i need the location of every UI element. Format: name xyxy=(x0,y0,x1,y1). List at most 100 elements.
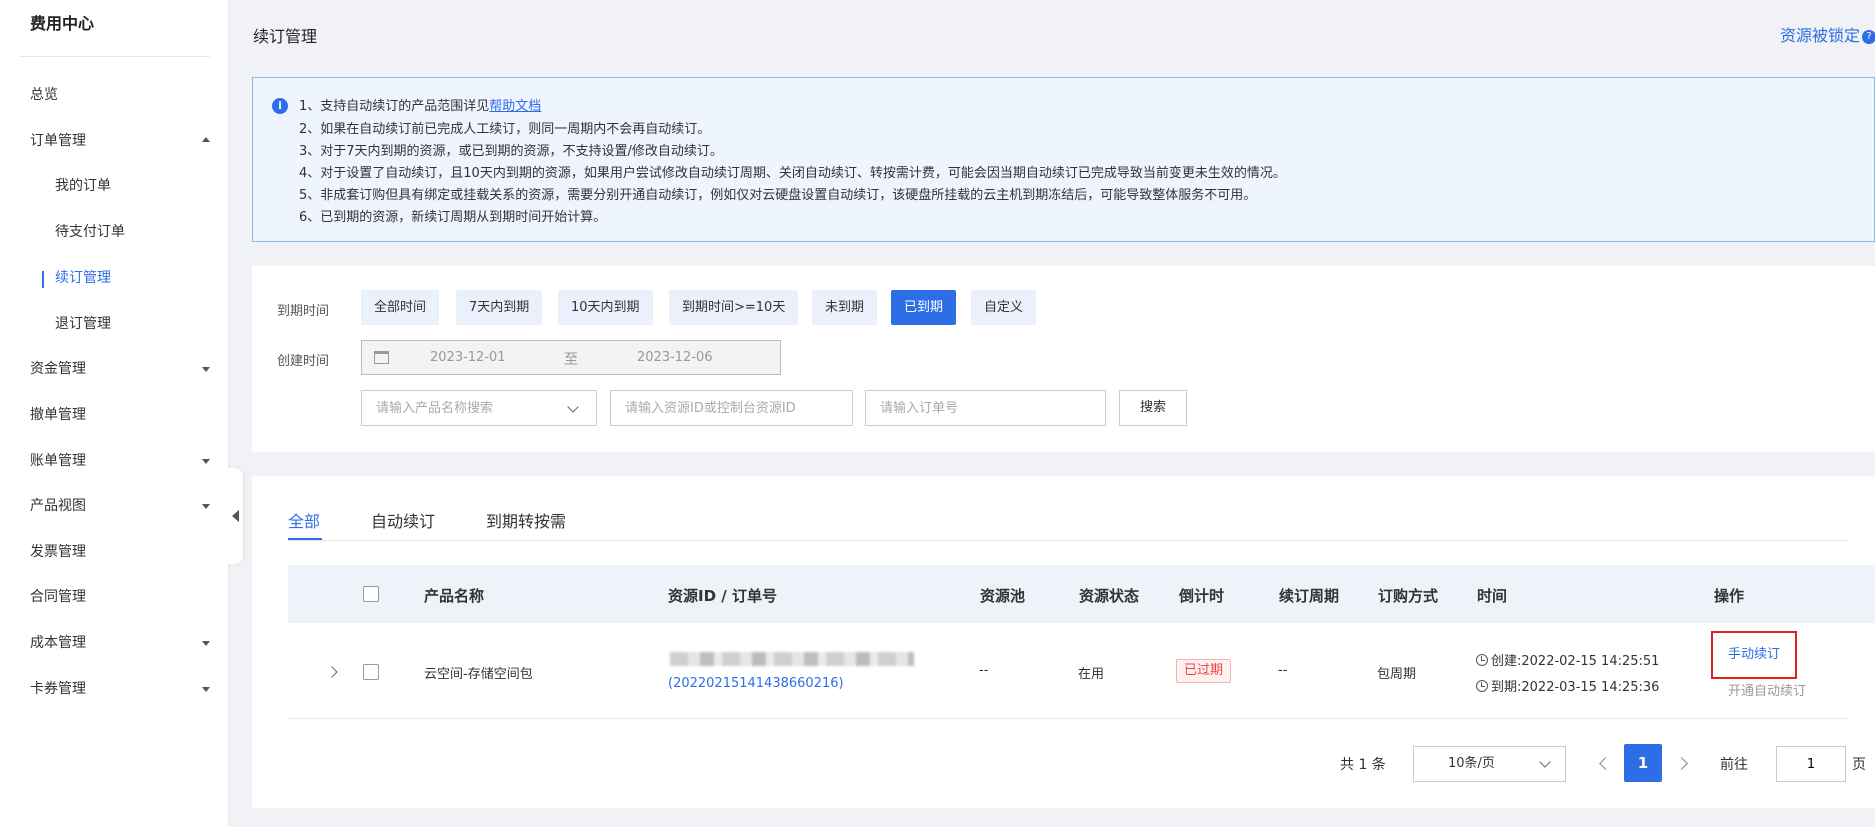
info-icon: i xyxy=(272,98,288,114)
header-renewal-cycle: 续订周期 xyxy=(1279,587,1340,605)
sidebar-collapse-handle[interactable] xyxy=(228,468,243,564)
prev-page-icon[interactable] xyxy=(1599,757,1612,770)
chip-not-expired[interactable]: 未到期 xyxy=(812,290,878,325)
table-header: 产品名称 资源ID / 订单号 资源池 资源状态 倒计时 续订周期 订购方式 时… xyxy=(288,565,1875,623)
chip-custom[interactable]: 自定义 xyxy=(971,290,1037,325)
page-number-current[interactable]: 1 xyxy=(1624,744,1662,782)
sidebar-item-cancellation[interactable]: 撤单管理 xyxy=(30,403,210,427)
filter-panel: 到期时间 全部时间 7天内到期 10天内到期 到期时间>=10天 未到期 已到期… xyxy=(252,266,1875,452)
created-time-text: 创建:2022-02-15 14:25:51 xyxy=(1491,654,1660,669)
expire-time-text: 到期:2022-03-15 14:25:36 xyxy=(1491,680,1660,695)
sidebar-item-contracts[interactable]: 合同管理 xyxy=(30,585,210,609)
sidebar-item-label: 账单管理 xyxy=(30,453,86,469)
header-time: 时间 xyxy=(1477,587,1508,605)
row-divider xyxy=(288,718,1848,719)
help-icon: ? xyxy=(1862,29,1875,44)
chevron-down-icon xyxy=(202,367,210,372)
notice-line-1-text: 1、支持自动续订的产品范围详见 xyxy=(299,99,490,114)
chip-10-days[interactable]: 10天内到期 xyxy=(558,290,653,325)
tabs-divider xyxy=(288,540,1848,541)
chevron-down-icon xyxy=(202,504,210,509)
sidebar-item-cost[interactable]: 成本管理 xyxy=(30,631,210,655)
chevron-up-icon xyxy=(202,137,210,142)
sidebar: 费用中心 总览 订单管理 我的订单 待支付订单 续订管理 退订管理 资金管理 撤… xyxy=(0,0,229,827)
chevron-down-icon xyxy=(1539,756,1551,768)
sidebar-subitem-pending-orders[interactable]: 待支付订单 xyxy=(55,220,125,244)
sidebar-item-product-view[interactable]: 产品视图 xyxy=(30,494,210,518)
pagination-total: 共 1 条 xyxy=(1340,757,1386,773)
chip-expired[interactable]: 已到期 xyxy=(891,290,957,325)
sidebar-subitem-renewal[interactable]: 续订管理 xyxy=(55,266,111,290)
order-number-input[interactable] xyxy=(865,390,1106,426)
active-indicator xyxy=(42,271,44,288)
notice-line-4: 4、对于设置了自动续订，且10天内到期的资源，如果用户尝试修改自动续订周期、关闭… xyxy=(299,166,1286,181)
date-start: 2023-12-01 xyxy=(430,350,506,365)
help-doc-link[interactable]: 帮助文档 xyxy=(489,99,541,114)
sidebar-item-label: 卡券管理 xyxy=(30,681,86,697)
header-actions: 操作 xyxy=(1714,587,1745,605)
chip-7-days[interactable]: 7天内到期 xyxy=(456,290,543,325)
chip-all-time[interactable]: 全部时间 xyxy=(361,290,440,325)
date-separator: 至 xyxy=(564,352,578,368)
next-page-icon[interactable] xyxy=(1675,757,1688,770)
tab-auto-renewal[interactable]: 自动续订 xyxy=(371,508,435,532)
cell-created-time: 创建:2022-02-15 14:25:51 xyxy=(1476,650,1659,669)
cell-order-id-link[interactable]: (20220215141438660216) xyxy=(668,676,844,691)
goto-label: 前往 xyxy=(1720,757,1748,773)
status-badge: 已过期 xyxy=(1176,659,1232,683)
notice-line-3: 3、对于7天内到期的资源，或已到期的资源，不支持设置/修改自动续订。 xyxy=(299,144,723,159)
chip-over-10-days[interactable]: 到期时间>=10天 xyxy=(669,290,799,325)
tab-all[interactable]: 全部 xyxy=(288,508,320,532)
sidebar-subitem-my-orders[interactable]: 我的订单 xyxy=(55,174,111,198)
chevron-down-icon xyxy=(202,459,210,464)
sidebar-title: 费用中心 xyxy=(30,14,95,33)
goto-page-input[interactable] xyxy=(1776,746,1846,782)
cell-resource-status: 在用 xyxy=(1078,667,1105,682)
resource-id-input[interactable] xyxy=(610,390,853,426)
cell-renewal-cycle: -- xyxy=(1278,663,1288,678)
page-size-value: 10条/页 xyxy=(1448,756,1495,771)
header-order-method: 订购方式 xyxy=(1378,587,1439,605)
sidebar-item-label: 产品视图 xyxy=(30,498,86,514)
sidebar-item-label: 成本管理 xyxy=(30,635,86,651)
date-range-picker[interactable]: 2023-12-01 至 2023-12-06 xyxy=(361,340,781,375)
chevron-left-icon xyxy=(232,510,239,522)
sidebar-item-bills[interactable]: 账单管理 xyxy=(30,449,210,473)
sidebar-subitem-unsubscribe[interactable]: 退订管理 xyxy=(55,312,111,336)
cell-order-method: 包周期 xyxy=(1377,667,1417,682)
header-countdown: 倒计时 xyxy=(1179,587,1225,605)
header-resource-id: 资源ID / 订单号 xyxy=(668,587,777,605)
sidebar-item-invoices[interactable]: 发票管理 xyxy=(30,540,210,564)
notice-line-6: 6、已到期的资源，新续订周期从到期时间开始计算。 xyxy=(299,210,607,225)
notice-line-2: 2、如果在自动续订前已完成人工续订，则同一周期内不会再自动续订。 xyxy=(299,122,711,137)
tab-expire-to-on-demand[interactable]: 到期转按需 xyxy=(486,508,566,532)
sidebar-item-label: 资金管理 xyxy=(30,361,86,377)
header-product-name: 产品名称 xyxy=(424,587,485,605)
date-end: 2023-12-06 xyxy=(637,350,713,365)
manual-renew-button[interactable]: 手动续订 xyxy=(1711,631,1797,679)
sidebar-item-orders[interactable]: 订单管理 xyxy=(30,129,210,153)
notice-line-1: 1、支持自动续订的产品范围详见帮助文档 xyxy=(299,95,541,114)
cell-expire-time: 到期:2022-03-15 14:25:36 xyxy=(1476,676,1659,695)
search-button[interactable]: 搜索 xyxy=(1119,390,1187,426)
product-name-select[interactable] xyxy=(361,390,597,426)
enable-auto-renew-link[interactable]: 开通自动续订 xyxy=(1728,684,1806,699)
notice-panel: i 1、支持自动续订的产品范围详见帮助文档 2、如果在自动续订前已完成人工续订，… xyxy=(252,77,1875,242)
create-time-label: 创建时间 xyxy=(277,354,330,369)
active-tab-indicator xyxy=(288,538,322,540)
page-size-select[interactable]: 10条/页 xyxy=(1413,746,1566,782)
locked-link-label: 资源被锁定 xyxy=(1780,26,1861,45)
sidebar-item-funds[interactable]: 资金管理 xyxy=(30,357,210,381)
chevron-right-icon[interactable] xyxy=(326,666,338,678)
locked-resources-link[interactable]: 资源被锁定? xyxy=(1780,22,1875,46)
header-resource-status: 资源状态 xyxy=(1079,587,1140,605)
row-checkbox[interactable] xyxy=(363,664,379,680)
expire-time-label: 到期时间 xyxy=(277,304,330,319)
clock-icon xyxy=(1476,680,1488,692)
select-all-checkbox[interactable] xyxy=(363,586,379,602)
sidebar-item-coupons[interactable]: 卡券管理 xyxy=(30,677,210,701)
redacted-resource-id xyxy=(670,652,914,666)
chevron-down-icon xyxy=(202,641,210,646)
sidebar-item-overview[interactable]: 总览 xyxy=(30,83,210,107)
sidebar-item-label: 订单管理 xyxy=(30,133,86,149)
